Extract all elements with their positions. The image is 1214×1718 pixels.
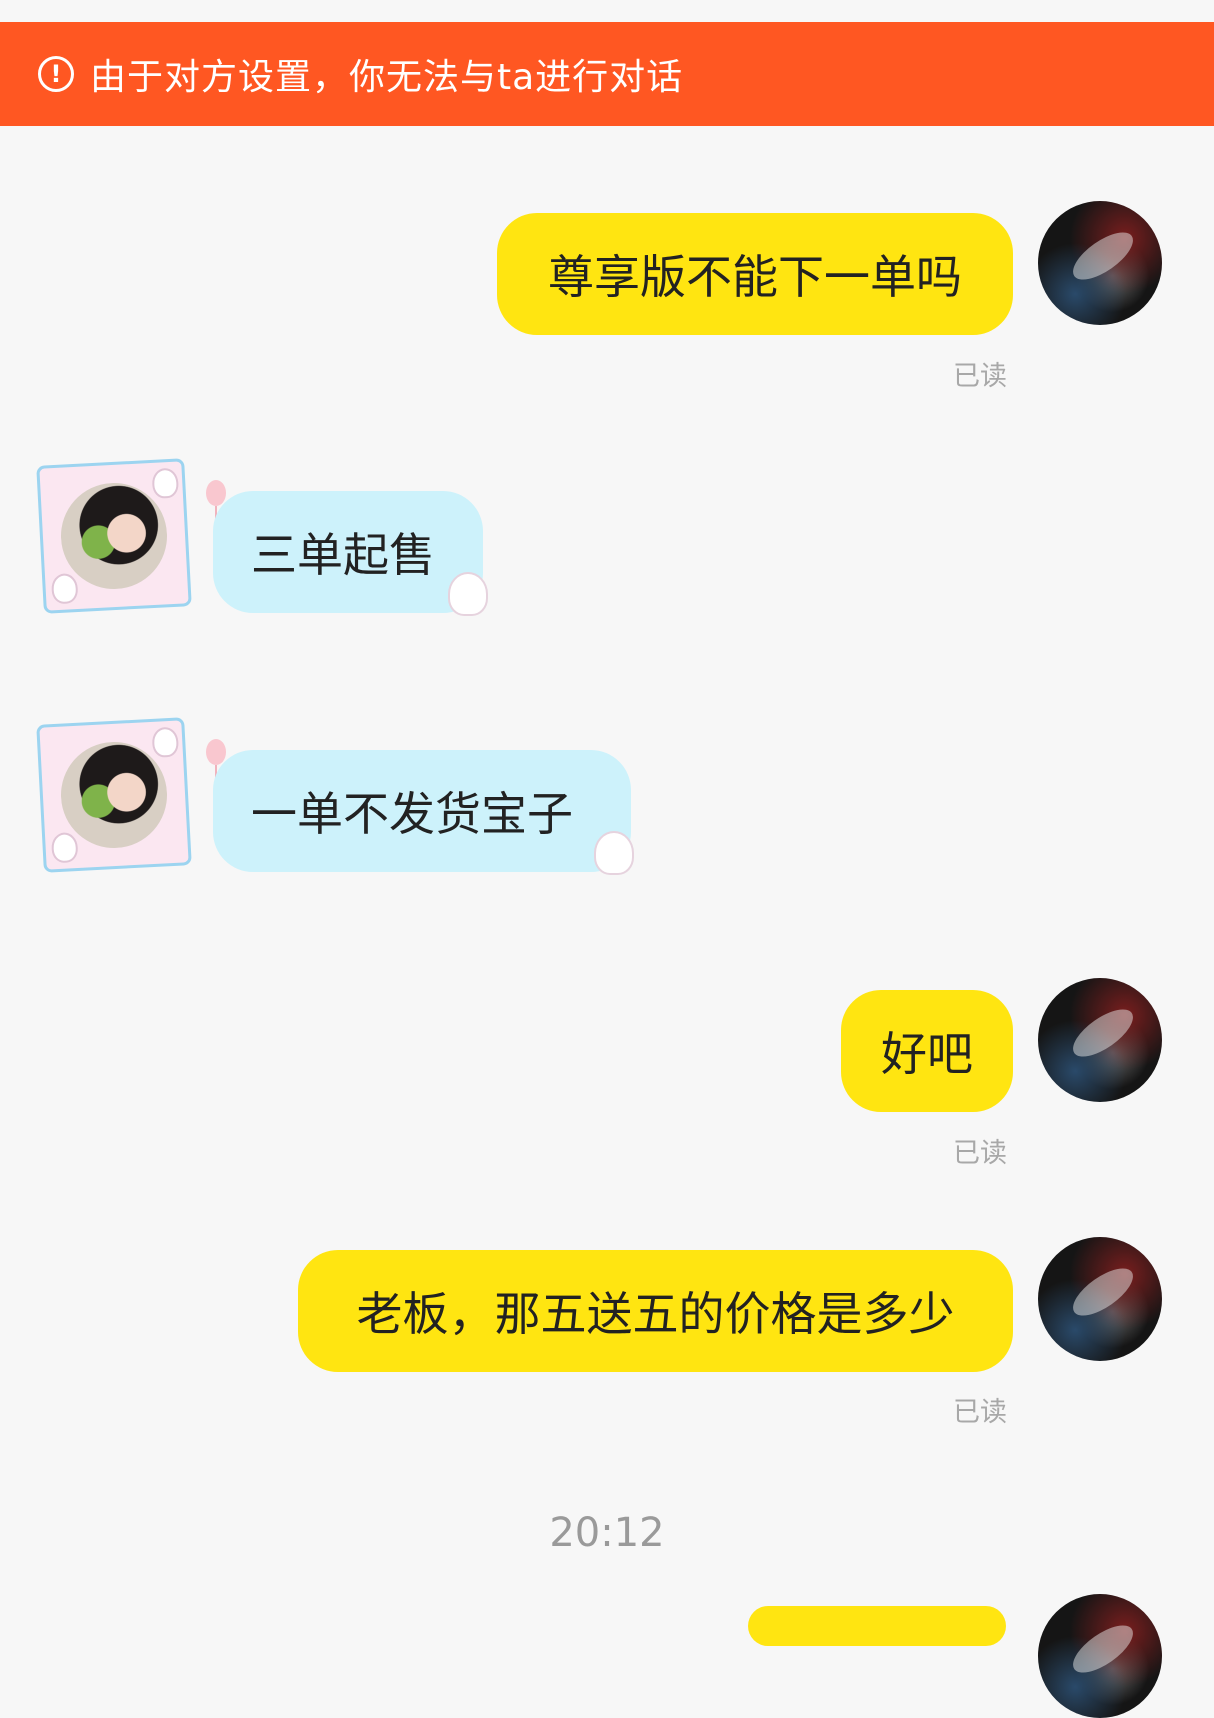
alert-circle-icon: ! [38, 56, 74, 92]
my-avatar[interactable] [1038, 1594, 1162, 1718]
message-text: 老板，那五送五的价格是多少 [356, 1287, 955, 1341]
bunny-sticker-icon [151, 726, 180, 758]
message-text: 好吧 [881, 1027, 973, 1081]
bunny-sticker-icon [151, 467, 180, 499]
my-avatar[interactable] [1038, 1237, 1162, 1361]
read-status: 已读 [953, 361, 1007, 392]
message-bubble-outgoing[interactable]: 好吧 [841, 990, 1013, 1112]
balloon-decoration-icon [206, 480, 226, 520]
message-bubble-incoming[interactable]: 三单起售 [213, 491, 483, 613]
message-bubble-outgoing-partial[interactable] [748, 1606, 1006, 1646]
message-bubble-outgoing[interactable]: 老板，那五送五的价格是多少 [298, 1250, 1013, 1372]
message-bubble-incoming[interactable]: 一单不发货宝子 [213, 750, 631, 872]
balloon-decoration-icon [206, 739, 226, 779]
message-bubble-outgoing[interactable]: 尊享版不能下一单吗 [497, 213, 1013, 335]
my-avatar[interactable] [1038, 978, 1162, 1102]
avatar-photo [58, 739, 170, 851]
banner-text: 由于对方设置，你无法与ta进行对话 [90, 57, 684, 98]
message-timestamp: 20:12 [549, 1510, 665, 1556]
bunny-sticker-icon [50, 831, 79, 864]
bunny-sticker-icon [50, 572, 79, 605]
contact-avatar[interactable] [36, 458, 192, 614]
status-bar-area [0, 0, 1214, 22]
my-avatar[interactable] [1038, 201, 1162, 325]
read-status: 已读 [953, 1138, 1007, 1169]
contact-avatar[interactable] [36, 717, 192, 873]
message-text: 尊享版不能下一单吗 [548, 250, 962, 304]
restriction-banner: ! 由于对方设置，你无法与ta进行对话 [0, 22, 1214, 126]
bunny-decoration-icon [594, 831, 634, 875]
bunny-decoration-icon [448, 572, 488, 616]
avatar-photo [58, 480, 170, 592]
message-text: 一单不发货宝子 [251, 787, 573, 841]
message-text: 三单起售 [251, 528, 435, 582]
read-status: 已读 [953, 1397, 1007, 1428]
